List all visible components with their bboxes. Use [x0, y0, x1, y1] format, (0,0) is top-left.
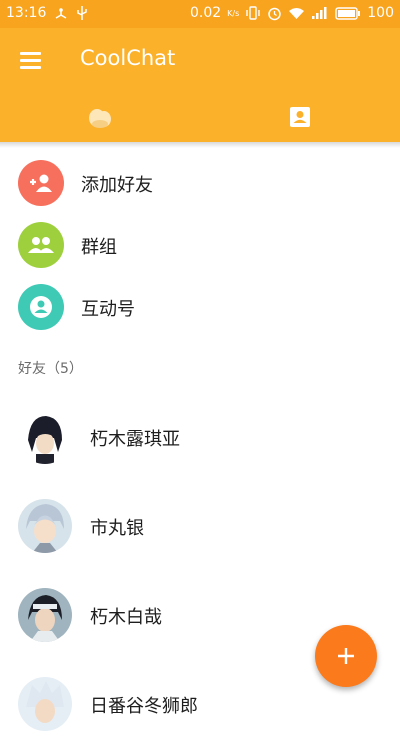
tab-shadow — [0, 142, 400, 148]
status-bar-left: 13:16 — [6, 5, 88, 21]
avatar — [18, 588, 72, 642]
groups-row[interactable]: 群组 — [0, 215, 400, 275]
interactive-account-label: 互动号 — [81, 299, 135, 320]
avatar — [18, 499, 72, 553]
account-circle-icon — [18, 284, 64, 330]
tab-conversations[interactable] — [0, 92, 200, 142]
status-time: 13:16 — [6, 5, 47, 21]
friend-list-item[interactable]: 市丸银 — [0, 485, 400, 571]
status-bar-right: 0.02 K/s 100 — [190, 5, 394, 21]
add-friend-label: 添加好友 — [81, 175, 153, 196]
interactive-account-row[interactable]: 互动号 — [0, 277, 400, 337]
friends-section-header: 好友（5） — [18, 361, 83, 377]
vibrate-icon — [246, 6, 260, 20]
add-friend-row[interactable]: 添加好友 — [0, 153, 400, 213]
net-speed: 0.02 — [189, 5, 222, 21]
status-bar: 13:16 0.02 K/s 100 — [0, 0, 400, 28]
friend-list-item[interactable]: 朽木露琪亚 — [0, 396, 400, 482]
battery-icon — [335, 6, 361, 20]
plus-icon — [338, 648, 354, 664]
friend-name: 市丸银 — [90, 518, 144, 539]
tab-contacts[interactable] — [200, 92, 400, 145]
avatar — [18, 410, 72, 464]
menu-icon[interactable] — [16, 46, 46, 74]
contact-card-icon — [290, 107, 310, 127]
friend-name: 日番谷冬狮郎 — [90, 696, 198, 717]
groups-label: 群组 — [81, 237, 117, 258]
alarm-icon — [268, 7, 282, 20]
usb-icon — [77, 6, 88, 20]
avatar — [18, 677, 72, 731]
add-person-icon — [18, 160, 64, 206]
friend-name: 朽木白哉 — [90, 607, 162, 628]
signal-icon — [312, 7, 327, 19]
friend-name: 朽木露琪亚 — [90, 429, 180, 450]
wifi-icon — [289, 8, 305, 19]
add-fab-button[interactable] — [315, 625, 377, 687]
mascot-icon — [89, 109, 111, 128]
app-title: CoolChat — [80, 46, 176, 70]
usb-share-icon — [55, 8, 67, 19]
tab-bar — [0, 92, 400, 145]
net-speed-unit: K/s — [227, 8, 240, 18]
battery-level: 100 — [367, 5, 394, 21]
app-toolbar: CoolChat — [0, 28, 400, 92]
group-icon — [18, 222, 64, 268]
